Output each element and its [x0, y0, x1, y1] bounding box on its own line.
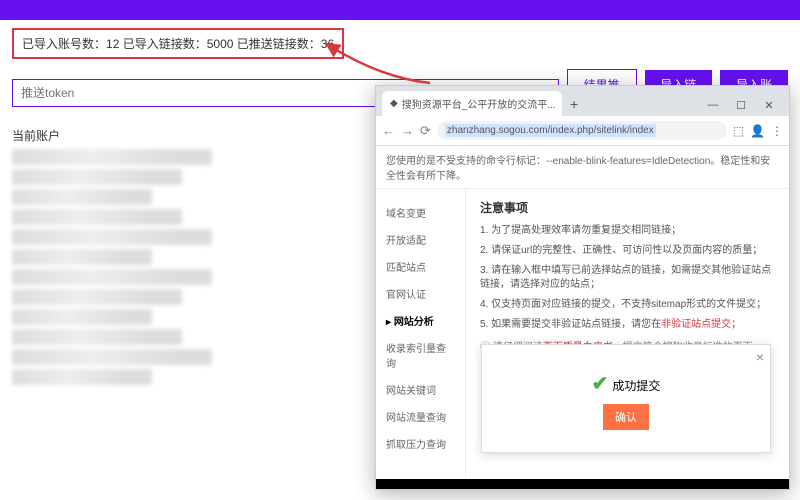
page-body: 域名变更 开放适配 匹配站点 官网认证 ▸ 网站分析 收录索引量查询 网站关键词…	[376, 189, 789, 489]
note-item: 2. 请保证url的完整性、正确性、可访问性以及页面内容的质量；	[480, 244, 775, 258]
list-item	[12, 269, 212, 285]
note-item: 3. 请在输入框中填写已前选择站点的链接，如需提交其他验证站点链接，请选择对应的…	[480, 264, 775, 292]
minimize-icon[interactable]: —	[699, 94, 727, 116]
list-item	[12, 249, 152, 265]
sidebar-item-active[interactable]: ▸ 网站分析	[376, 307, 465, 334]
list-item	[12, 149, 212, 165]
sidebar-item[interactable]: 开放适配	[376, 226, 465, 253]
confirm-button[interactable]: 确认	[603, 404, 649, 430]
list-item	[12, 189, 152, 205]
back-icon[interactable]: ←	[382, 123, 395, 138]
browser-addressbar: ← → ⟳ zhanzhang.sogou.com/index.php/site…	[376, 116, 789, 146]
list-item	[12, 229, 212, 245]
menu-icon[interactable]: ⋮	[771, 124, 783, 138]
app-header-bar	[0, 0, 800, 20]
maximize-icon[interactable]: ☐	[727, 94, 755, 116]
note-item: 5. 如果需要提交非验证站点链接，请您在非验证站点提交；	[480, 318, 775, 332]
sidebar-item[interactable]: 抓取压力查询	[376, 430, 465, 457]
note-link[interactable]: 非验证站点提交	[661, 319, 731, 330]
success-message: ✔成功提交	[498, 371, 754, 396]
bottom-strip	[376, 479, 789, 489]
tab-title: 搜狗资源平台_公平开放的交流平...	[402, 96, 556, 111]
check-icon: ✔	[592, 373, 609, 395]
success-modal: × ✔成功提交 确认	[481, 344, 771, 453]
sidebar-item[interactable]: 域名变更	[376, 199, 465, 226]
list-item	[12, 169, 182, 185]
content-title: 注意事项	[480, 199, 775, 216]
sidebar-item[interactable]: 匹配站点	[376, 253, 465, 280]
side-nav: 域名变更 开放适配 匹配站点 官网认证 ▸ 网站分析 收录索引量查询 网站关键词…	[376, 189, 466, 489]
list-item	[12, 209, 182, 225]
browser-tab[interactable]: ◆ 搜狗资源平台_公平开放的交流平... ×	[382, 91, 562, 116]
pushed-label: 已推送链接数：	[233, 37, 320, 51]
list-item	[12, 349, 212, 365]
profile-icon[interactable]: 👤	[750, 124, 765, 138]
url-input[interactable]: zhanzhang.sogou.com/index.php/sitelink/i…	[437, 121, 727, 140]
browser-infobar: 您使用的是不受支持的命令行标记：--enable-blink-features=…	[376, 146, 789, 189]
list-item	[12, 369, 152, 385]
list-item	[12, 289, 182, 305]
modal-close-icon[interactable]: ×	[756, 349, 764, 365]
reload-icon[interactable]: ⟳	[420, 123, 431, 139]
import-status-banner: 已导入账号数：12 已导入链接数：5000 已推送链接数：36	[12, 28, 344, 59]
callout-arrow	[320, 38, 440, 88]
extension-icon[interactable]: ⬚	[733, 124, 744, 138]
close-icon[interactable]: ✕	[755, 94, 783, 116]
links-count: 5000	[207, 37, 234, 51]
browser-tabbar: ◆ 搜狗资源平台_公平开放的交流平... × + — ☐ ✕	[376, 86, 789, 116]
links-label: 已导入链接数：	[119, 37, 206, 51]
url-text: zhanzhang.sogou.com/index.php/sitelink/i…	[445, 124, 656, 137]
favicon-icon: ◆	[390, 98, 398, 109]
browser-window: ◆ 搜狗资源平台_公平开放的交流平... × + — ☐ ✕ ← → ⟳ zha…	[375, 85, 790, 490]
new-tab-button[interactable]: +	[562, 92, 586, 116]
list-item	[12, 309, 152, 325]
window-controls: — ☐ ✕	[699, 94, 783, 116]
sidebar-item[interactable]: 收录索引量查询	[376, 334, 465, 376]
accounts-count: 12	[106, 37, 119, 51]
list-item	[12, 329, 182, 345]
accounts-label: 已导入账号数：	[22, 37, 106, 51]
note-item: 1. 为了提高处理效率请勿重复提交相同链接；	[480, 224, 775, 238]
sidebar-item[interactable]: 网站流量查询	[376, 403, 465, 430]
account-list	[12, 149, 212, 385]
note-item: 4. 仅支持页面对应链接的提交，不支持sitemap形式的文件提交；	[480, 298, 775, 312]
sidebar-item[interactable]: 官网认证	[376, 280, 465, 307]
sidebar-item[interactable]: 网站关键词	[376, 376, 465, 403]
forward-icon[interactable]: →	[401, 123, 414, 138]
